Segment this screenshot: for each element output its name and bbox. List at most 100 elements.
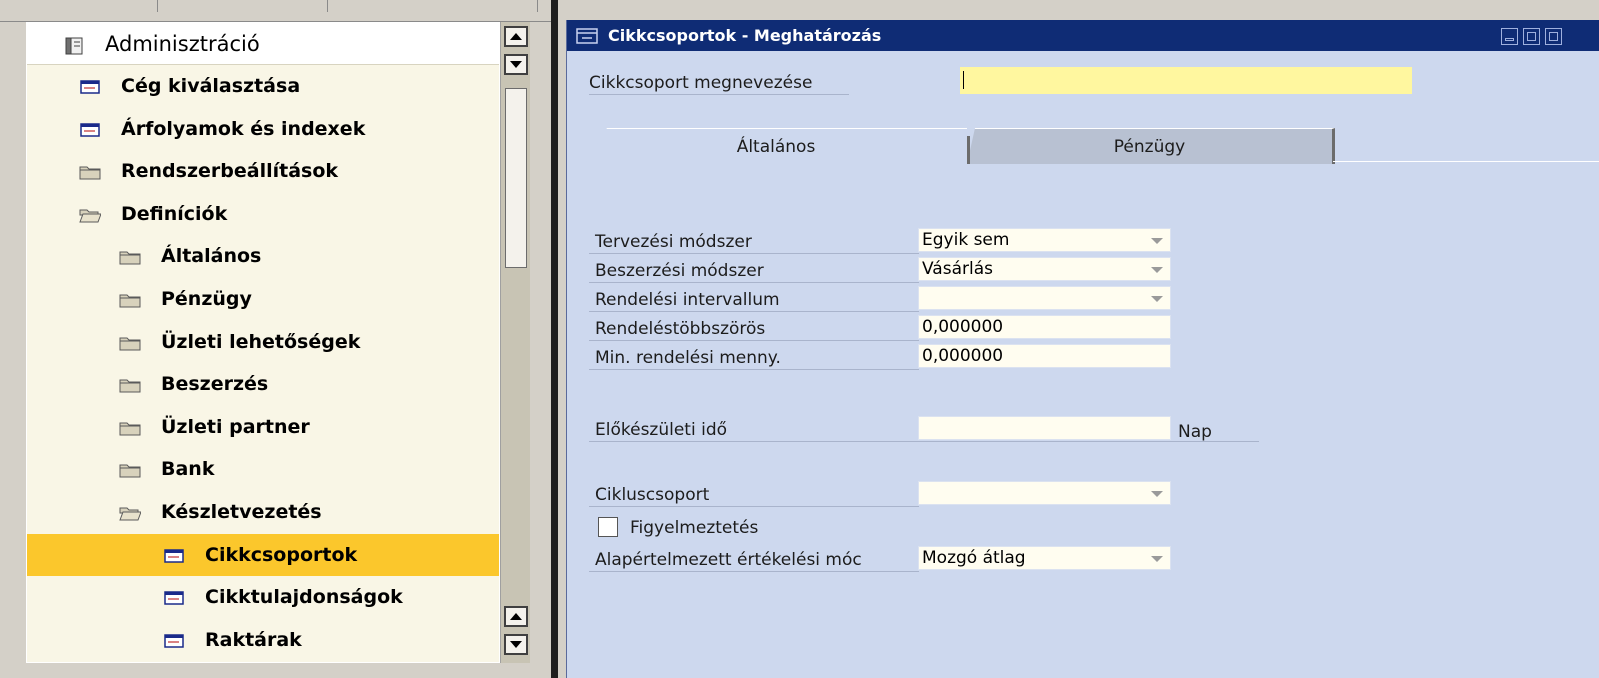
dropdown-arrow-icon (1151, 238, 1163, 244)
nav-item-label: Adminisztráció (105, 31, 260, 56)
field-underline (589, 571, 919, 572)
item-group-name-input[interactable] (960, 67, 1412, 94)
close-button[interactable] (1545, 28, 1562, 45)
tab-finance[interactable]: Pénzügy (967, 128, 1335, 164)
nav-item[interactable]: Definíciók (27, 193, 499, 235)
lead-time-input[interactable] (918, 416, 1171, 440)
window-icon (163, 589, 185, 605)
scroll-up-button[interactable] (504, 26, 528, 47)
nav-item-label: Cikkcsoportok (205, 543, 358, 566)
arrow-down-icon (510, 61, 522, 68)
nav-item-label: Üzleti partner (161, 415, 310, 438)
nav-item-label: Pénzügy (161, 288, 252, 310)
nav-item[interactable]: Általános (27, 235, 499, 277)
folder-closed-icon (119, 291, 141, 308)
nav-item-label: Beszerzés (161, 373, 269, 396)
folder-open-icon (119, 504, 142, 521)
nav-item-label: Üzleti lehetőségek (161, 330, 361, 353)
maximize-icon (1527, 32, 1536, 41)
window-icon (163, 547, 185, 563)
arrow-down-icon (510, 641, 522, 648)
nav-item[interactable]: Üzleti lehetőségek (27, 321, 499, 363)
folder-closed-icon (79, 163, 101, 180)
dropdown-arrow-icon (1151, 296, 1163, 302)
field-underline (589, 253, 919, 254)
dropdown-arrow-icon (1151, 491, 1163, 497)
folder-closed-icon (119, 419, 141, 436)
nav-item[interactable]: Raktárak (27, 619, 499, 661)
order-multiple-label: Rendeléstöbbszörös (595, 319, 766, 339)
planning-method-select[interactable]: Egyik sem (918, 228, 1171, 252)
nav-item[interactable]: Beszerzés (27, 363, 499, 405)
nav-item[interactable]: Rendszerbeállítások (27, 150, 499, 192)
procurement-method-select[interactable]: Vásárlás (918, 257, 1171, 281)
module-tab[interactable] (0, 0, 158, 12)
maximize-button[interactable] (1523, 28, 1540, 45)
valuation-method-select[interactable]: Mozgó átlag (918, 546, 1171, 570)
text-caret (963, 71, 964, 89)
valuation-method-value: Mozgó átlag (922, 548, 1026, 568)
nav-item[interactable]: Cikktulajdonságok (27, 576, 499, 618)
dropdown-arrow-icon (1151, 267, 1163, 273)
window-titlebar[interactable]: Cikkcsoportok - Meghatározás (567, 20, 1599, 51)
folder-open-icon (79, 206, 102, 223)
panel-splitter[interactable] (551, 0, 558, 678)
tab-general[interactable]: Általános (585, 128, 967, 164)
nav-item[interactable]: Készletvezetés (27, 491, 499, 533)
nav-item[interactable]: Bank (27, 448, 499, 490)
min-order-qty-label: Min. rendelési menny. (595, 348, 781, 368)
minimize-icon (1505, 38, 1514, 41)
lead-time-label: Előkészületi idő (595, 420, 728, 440)
scroll-up-button-bottom[interactable] (504, 606, 528, 627)
cycle-group-label: Cikluscsoport (595, 485, 710, 505)
label-underline (589, 94, 849, 95)
planning-method-value: Egyik sem (922, 230, 1010, 250)
close-icon (1549, 32, 1558, 41)
min-order-qty-value: 0,000000 (922, 346, 1004, 366)
order-interval-select[interactable] (918, 286, 1171, 310)
folder-closed-icon (119, 376, 141, 393)
module-tab-strip (0, 0, 558, 22)
window-icon (79, 78, 101, 94)
nav-item[interactable]: Adminisztráció (27, 23, 499, 65)
nav-item-label: Definíciók (121, 202, 228, 225)
binder-icon (63, 36, 85, 54)
field-underline (589, 311, 919, 312)
scroll-down-button-bottom[interactable] (504, 634, 528, 655)
nav-item[interactable]: Pénzügy (27, 278, 499, 320)
nav-item[interactable]: Árfolyamok és indexek (27, 108, 499, 150)
nav-item-label: Raktárak (205, 628, 302, 651)
field-underline (589, 340, 919, 341)
nav-item[interactable]: Cég kiválasztása (27, 65, 499, 107)
cycle-group-select[interactable] (918, 481, 1171, 505)
scroll-down-button[interactable] (504, 54, 528, 75)
form-icon (576, 27, 598, 44)
field-underline (589, 506, 919, 507)
tab-general-label: Általános (736, 136, 816, 157)
scroll-thumb[interactable] (505, 88, 527, 268)
min-order-qty-input[interactable]: 0,000000 (918, 344, 1171, 368)
field-underline (589, 369, 919, 370)
navigation-panel: Adminisztráció Cég kiválasztása Árfolyamok… (0, 0, 558, 678)
valuation-method-label: Alapértelmezett értékelési móc (595, 550, 862, 570)
nav-item-label: Készletvezetés (161, 501, 322, 523)
nav-item-label: Cikktulajdonságok (205, 586, 403, 609)
lead-time-unit: Nap (1178, 422, 1212, 442)
minimize-button[interactable] (1501, 28, 1518, 45)
alert-checkbox[interactable] (598, 517, 618, 537)
tree-scrollbar[interactable] (500, 22, 530, 663)
nav-item[interactable]: Üzleti partner (27, 406, 499, 448)
nav-item-label: Rendszerbeállítások (121, 160, 339, 183)
module-tab[interactable] (158, 0, 328, 12)
tab-baseline (1333, 161, 1599, 162)
tab-finance-label: Pénzügy (1113, 136, 1186, 157)
nav-item-label: Általános (161, 245, 262, 268)
nav-item-label: Árfolyamok és indexek (121, 117, 366, 140)
order-multiple-value: 0,000000 (922, 317, 1004, 337)
alert-label: Figyelmeztetés (630, 518, 759, 538)
module-tab[interactable] (328, 0, 538, 12)
order-interval-label: Rendelési intervallum (595, 290, 780, 310)
nav-item[interactable]: Cikkcsoportok (27, 533, 499, 576)
item-groups-window: Cikkcsoportok - Meghatározás Cikkcsoport… (566, 20, 1599, 678)
order-multiple-input[interactable]: 0,000000 (918, 315, 1171, 339)
